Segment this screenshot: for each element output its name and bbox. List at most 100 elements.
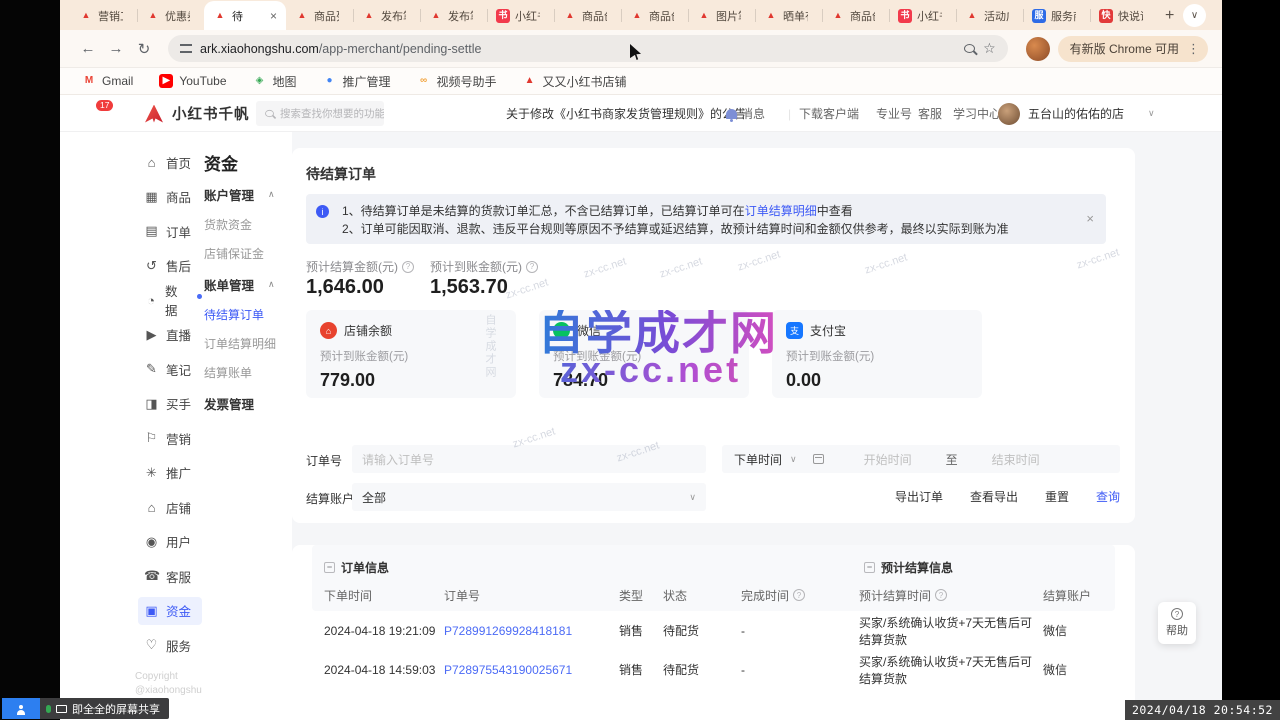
chrome-update-button[interactable]: 有新版 Chrome 可用 ⋮ xyxy=(1058,36,1208,62)
settle-account-select[interactable]: 全部 ∨ xyxy=(352,483,706,511)
browser-tab[interactable]: 书 小红书 xyxy=(889,1,956,30)
order-no-input[interactable]: 请输入订单号 xyxy=(352,445,706,473)
view-export-button[interactable]: 查看导出 xyxy=(970,488,1018,505)
cell-order-no-link[interactable]: P728975543190025671 xyxy=(444,663,619,677)
order-time-range-control[interactable]: 下单时间 ∨ 开始时间 至 结束时间 xyxy=(722,445,1120,473)
bookmark-item[interactable]: ∞ 视频号助手 xyxy=(417,73,497,90)
sidebar-item[interactable]: ◉ 用户 xyxy=(138,525,202,560)
url-text[interactable]: ark.xiaohongshu.com/app-merchant/pending… xyxy=(200,42,956,56)
help-tooltip-icon[interactable]: ? xyxy=(526,261,538,273)
bookmark-item[interactable]: ◈ 地图 xyxy=(253,73,297,90)
order-info-group[interactable]: −订单信息 xyxy=(324,559,389,576)
messages-button[interactable]: 消息 xyxy=(726,95,765,132)
tab-close-icon[interactable]: × xyxy=(270,9,277,23)
reset-button[interactable]: 重置 xyxy=(1045,488,1069,505)
new-tab-button[interactable]: + xyxy=(1165,7,1174,25)
customer-service-link[interactable]: 客服 xyxy=(918,95,942,132)
chrome-update-label: 有新版 Chrome 可用 xyxy=(1070,40,1179,57)
announcement-link[interactable]: 关于修改《小红书商家发货管理规则》的公告 xyxy=(506,95,746,132)
submenu-entry[interactable]: 货款资金 xyxy=(204,210,292,239)
sidebar-item[interactable]: ♡ 服务 xyxy=(138,628,202,663)
browser-tab[interactable]: ▲ 活动广 xyxy=(956,1,1023,30)
help-tooltip-icon[interactable]: ? xyxy=(793,589,805,601)
end-time-input[interactable]: 结束时间 xyxy=(992,451,1040,468)
browser-tab[interactable]: 服 服务商 xyxy=(1023,1,1090,30)
browser-tab[interactable]: ▲ 晒单有 xyxy=(755,1,822,30)
shop-menu-chevron-icon[interactable]: ∨ xyxy=(1148,95,1155,132)
shop-name[interactable]: 五台山的佑佑的店 xyxy=(1028,95,1124,132)
submenu-entry[interactable]: 账单管理 ∧ xyxy=(204,268,292,300)
notice-close-icon[interactable]: × xyxy=(1086,210,1094,228)
pro-account-link[interactable]: 专业号 xyxy=(876,95,912,132)
cell-order-no-link[interactable]: P728991269928418181 xyxy=(444,624,619,638)
address-bar[interactable]: ark.xiaohongshu.com/app-merchant/pending… xyxy=(168,35,1008,62)
submenu-entry[interactable]: 订单结算明细 xyxy=(204,329,292,358)
tab-favicon: ▲ xyxy=(79,9,93,23)
shop-avatar[interactable] xyxy=(998,103,1020,125)
help-tooltip-icon[interactable]: ? xyxy=(935,589,947,601)
bookmark-item[interactable]: M Gmail xyxy=(82,74,133,88)
collapse-icon[interactable]: − xyxy=(864,562,875,573)
sidebar-item[interactable]: ▶ 直播 xyxy=(138,318,202,353)
submenu-entry[interactable]: 结算账单 xyxy=(204,358,292,387)
help-tooltip-icon[interactable]: ? xyxy=(402,261,414,273)
query-button[interactable]: 查询 xyxy=(1096,488,1120,505)
browser-tab[interactable]: ▲ 商品创 xyxy=(822,1,889,30)
settlement-detail-link[interactable]: 订单结算明细 xyxy=(745,204,817,218)
browser-tab[interactable]: ▲ 商品创 xyxy=(554,1,621,30)
bookmark-item[interactable]: ● 推广管理 xyxy=(323,73,391,90)
notice-line-1: 1、待结算订单是未结算的货款订单汇总，不含已结算订单，已结算订单可在订单结算明细… xyxy=(342,202,1076,220)
xiaohongshu-logo-icon[interactable] xyxy=(145,95,163,132)
sidebar-item[interactable]: ▤ 订单 xyxy=(138,214,202,249)
est-settle-info-group[interactable]: −预计结算信息 xyxy=(864,559,953,576)
browser-tab[interactable]: ▲ 商品创 xyxy=(621,1,688,30)
bookmark-star-icon[interactable]: ☆ xyxy=(983,40,996,57)
sidebar-item[interactable]: ⌂ 店铺 xyxy=(138,490,202,525)
browser-tab[interactable]: ▲ 待 × xyxy=(204,1,286,30)
bookmark-item[interactable]: ▶ YouTube xyxy=(159,74,226,88)
bookmark-item[interactable]: ▲ 又又小红书店铺 xyxy=(523,73,627,90)
submenu-entry[interactable]: 发票管理 xyxy=(204,387,292,419)
submenu-entry[interactable]: 店铺保证金 xyxy=(204,239,292,268)
browser-tab[interactable]: 快 快说课 xyxy=(1090,1,1157,30)
sidebar-item[interactable]: ◔ 数据 xyxy=(138,283,202,318)
learning-center-link[interactable]: 学习中心 xyxy=(953,95,1001,132)
submenu-entry[interactable]: 账户管理 ∧ xyxy=(204,178,292,210)
sidebar-item[interactable]: ↺ 售后 xyxy=(138,249,202,284)
browser-tab[interactable]: ▲ 营销工 xyxy=(70,1,137,30)
browser-menu-icon[interactable]: ⋮ xyxy=(1187,41,1200,57)
collapse-icon[interactable]: − xyxy=(324,562,335,573)
sidebar-item[interactable]: ⌂ 首页 xyxy=(138,145,202,180)
browser-profile-avatar[interactable] xyxy=(1026,37,1050,61)
back-button[interactable]: ← xyxy=(74,40,102,57)
sidebar-item[interactable]: ✎ 笔记 xyxy=(138,352,202,387)
browser-tab[interactable]: ▲ 发布笔 xyxy=(420,1,487,30)
site-info-icon[interactable] xyxy=(180,44,192,53)
start-time-input[interactable]: 开始时间 xyxy=(864,451,912,468)
forward-button[interactable]: → xyxy=(102,40,130,57)
browser-tab[interactable]: ▲ 商品列 xyxy=(286,1,353,30)
search-icon xyxy=(265,110,274,117)
browser-tab[interactable]: ▲ 发布笔 xyxy=(353,1,420,30)
sidebar-item[interactable]: ✳ 推广 xyxy=(138,456,202,491)
presenter-icon[interactable] xyxy=(2,698,40,719)
tab-search-chevron-icon[interactable]: ∨ xyxy=(1183,4,1206,27)
browser-tab[interactable]: ▲ 优惠券 xyxy=(137,1,204,30)
export-orders-button[interactable]: 导出订单 xyxy=(895,488,943,505)
browser-tab[interactable]: 书 小红书 xyxy=(487,1,554,30)
app-search-input[interactable]: 搜索查找你想要的功能 xyxy=(256,101,384,126)
sidebar-item[interactable]: ▦ 商品 xyxy=(138,180,202,215)
sidebar-item[interactable]: ⚐ 营销 xyxy=(138,421,202,456)
collapse-chevron-icon: ∧ xyxy=(268,279,275,290)
sidebar-item[interactable]: ◨ 买手 xyxy=(138,387,202,422)
sidebar-item[interactable]: ☎ 客服 xyxy=(138,559,202,594)
search-icon[interactable] xyxy=(964,44,975,53)
tab-favicon: ▲ xyxy=(965,9,979,23)
download-client-link[interactable]: 下载客户端 xyxy=(799,95,859,132)
sidebar-item[interactable]: ▣ 资金 xyxy=(138,597,202,625)
browser-tab[interactable]: ▲ 图片笔 xyxy=(688,1,755,30)
submenu-entry[interactable]: 待结算订单 xyxy=(204,300,292,329)
reload-button[interactable]: ↻ xyxy=(130,40,158,58)
time-type-select[interactable]: 下单时间 xyxy=(734,451,782,468)
help-floating-button[interactable]: ? 帮助 xyxy=(1158,602,1196,644)
